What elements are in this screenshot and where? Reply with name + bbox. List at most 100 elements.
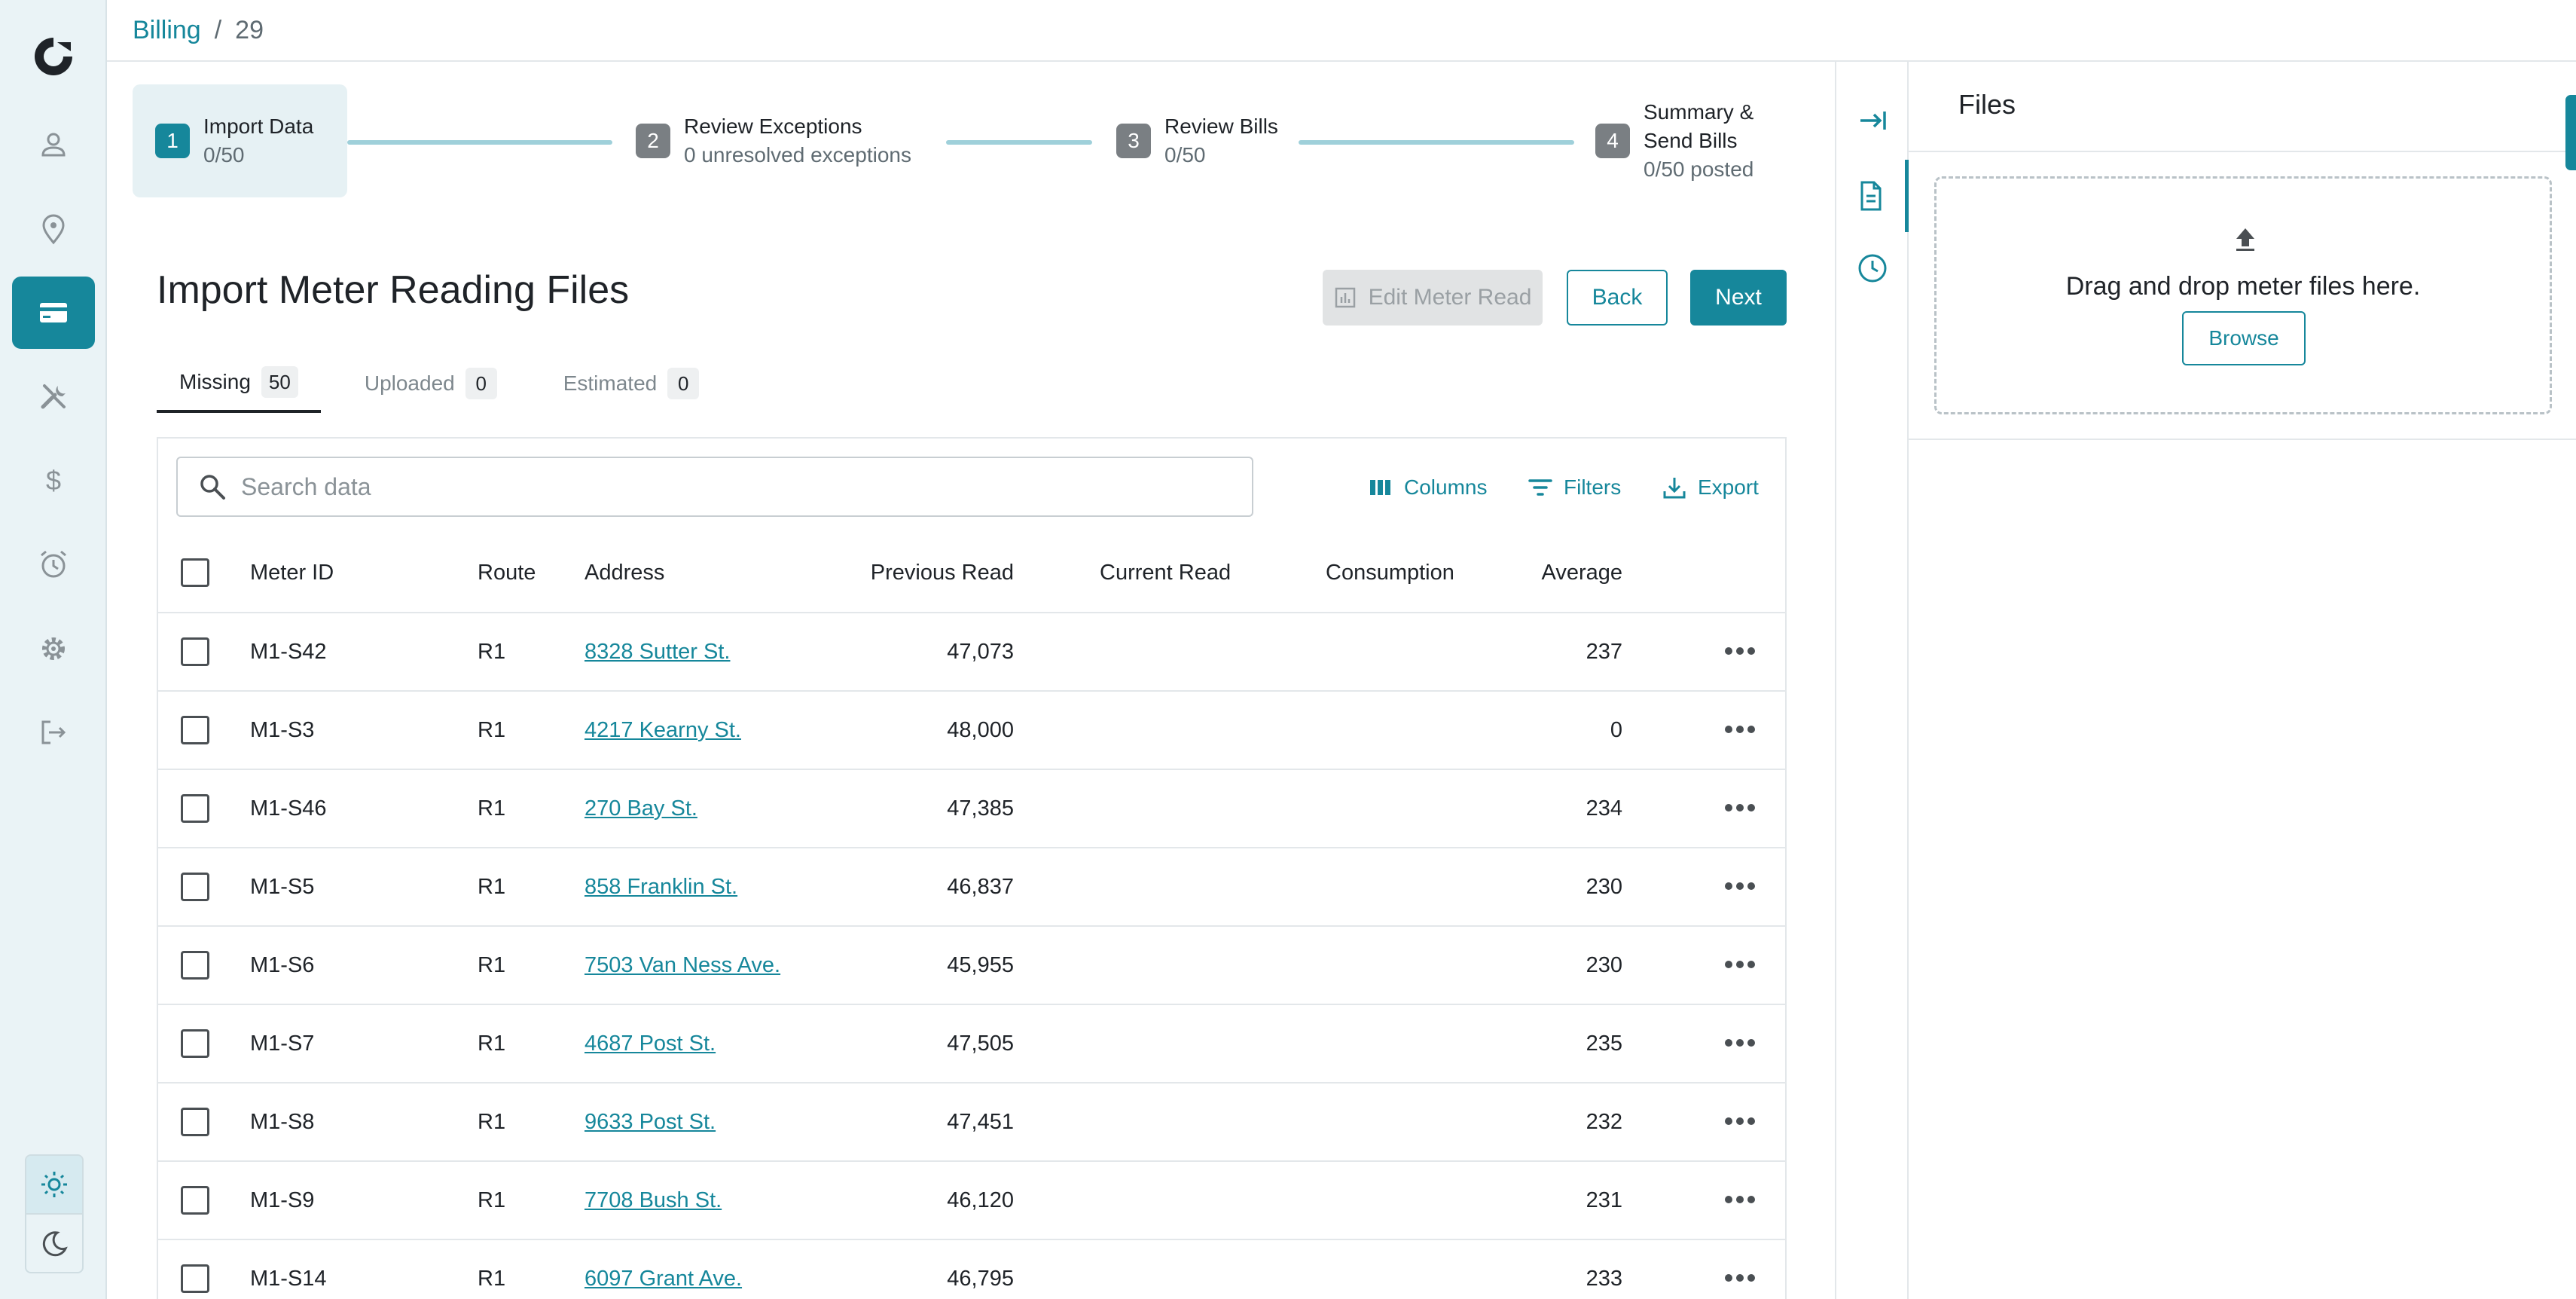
step-review-exceptions[interactable]: 2 Review Exceptions 0 unresolved excepti… — [636, 84, 911, 197]
step-number: 4 — [1595, 124, 1630, 158]
nav-item-settings[interactable] — [12, 613, 95, 685]
previous-read-cell: 47,505 — [947, 1031, 1014, 1056]
light-theme-button[interactable] — [26, 1156, 82, 1215]
row-checkbox[interactable] — [181, 951, 209, 980]
route-cell: R1 — [478, 717, 506, 742]
nav-item-payments[interactable]: $ — [12, 445, 95, 517]
step-subtitle: 0/50 — [203, 143, 245, 167]
row-checkbox[interactable] — [181, 1186, 209, 1215]
more-options-icon[interactable] — [1725, 1196, 1755, 1205]
scrollbar-thumb[interactable] — [2565, 95, 2576, 170]
more-options-icon[interactable] — [1725, 726, 1755, 735]
nav-item-logout[interactable] — [12, 696, 95, 769]
table-row[interactable]: M1-S8 R1 9633 Post St. 47,451 232 — [158, 1084, 1785, 1162]
address-link[interactable]: 4687 Post St. — [584, 1032, 716, 1056]
column-header-current-read[interactable]: Current Read — [1100, 533, 1231, 612]
download-icon — [1663, 478, 1686, 499]
more-options-icon[interactable] — [1725, 647, 1755, 656]
step-connector — [946, 140, 1092, 145]
tab-uploaded[interactable]: Uploaded 0 — [342, 354, 520, 413]
more-options-icon[interactable] — [1725, 804, 1755, 813]
previous-read-cell: 46,120 — [947, 1187, 1014, 1212]
meter-id-cell: M1-S6 — [250, 952, 315, 977]
address-link[interactable]: 7708 Bush St. — [584, 1188, 722, 1213]
files-panel-title: Files — [1958, 89, 2016, 120]
more-options-icon[interactable] — [1725, 882, 1755, 891]
step-review-bills[interactable]: 3 Review Bills 0/50 — [1116, 84, 1278, 197]
export-button[interactable]: Export — [1662, 469, 1759, 506]
more-options-icon[interactable] — [1725, 1117, 1755, 1126]
collapse-panel-button[interactable] — [1836, 84, 1909, 157]
step-summary-send[interactable]: 4 Summary & Send Bills 0/50 posted — [1595, 84, 1753, 197]
more-options-icon[interactable] — [1725, 1274, 1755, 1283]
filters-label: Filters — [1564, 475, 1622, 499]
address-link[interactable]: 6097 Grant Ave. — [584, 1267, 742, 1291]
breadcrumb-current: 29 — [235, 15, 264, 44]
step-import-data[interactable]: 1 Import Data 0/50 — [133, 84, 347, 197]
next-button[interactable]: Next — [1690, 270, 1787, 326]
previous-read-cell: 46,837 — [947, 874, 1014, 899]
previous-read-cell: 47,451 — [947, 1109, 1014, 1134]
clock-icon — [1858, 254, 1887, 283]
address-link[interactable]: 9633 Post St. — [584, 1110, 716, 1135]
nav-item-users[interactable] — [12, 109, 95, 181]
table-row[interactable]: M1-S46 R1 270 Bay St. 47,385 234 — [158, 770, 1785, 848]
row-checkbox[interactable] — [181, 716, 209, 744]
search-box — [176, 457, 1253, 517]
address-link[interactable]: 8328 Sutter St. — [584, 640, 730, 665]
files-panel-button[interactable] — [1836, 160, 1909, 232]
nav-item-reminders[interactable] — [12, 528, 95, 601]
column-header-previous-read[interactable]: Previous Read — [836, 533, 1014, 612]
table-row[interactable]: M1-S3 R1 4217 Kearny St. 48,000 0 — [158, 692, 1785, 770]
columns-icon — [1370, 480, 1390, 495]
nav-item-tools[interactable] — [12, 360, 95, 432]
more-options-icon[interactable] — [1725, 1039, 1755, 1048]
row-checkbox[interactable] — [181, 1108, 209, 1136]
previous-read-cell: 45,955 — [947, 952, 1014, 977]
column-header-meter-id[interactable]: Meter ID — [250, 533, 334, 612]
history-panel-button[interactable] — [1836, 232, 1909, 304]
tab-estimated[interactable]: Estimated 0 — [541, 354, 722, 413]
address-link[interactable]: 270 Bay St. — [584, 796, 697, 821]
search-input[interactable] — [241, 472, 1220, 501]
nav-item-locations[interactable] — [12, 193, 95, 265]
column-header-consumption[interactable]: Consumption — [1326, 533, 1454, 612]
filters-button[interactable]: Filters — [1528, 469, 1621, 506]
dropzone-text: Drag and drop meter files here. — [2065, 272, 2421, 301]
table-row[interactable]: M1-S14 R1 6097 Grant Ave. 46,795 233 — [158, 1240, 1785, 1299]
previous-read-cell: 47,073 — [947, 639, 1014, 664]
files-panel: Files Drag and drop meter files here. Br… — [1909, 62, 2576, 1299]
table-row[interactable]: M1-S9 R1 7708 Bush St. 46,120 231 — [158, 1162, 1785, 1240]
dark-theme-button[interactable] — [26, 1215, 82, 1272]
column-header-average[interactable]: Average — [1531, 533, 1623, 612]
row-checkbox[interactable] — [181, 873, 209, 901]
select-all-checkbox[interactable] — [181, 558, 209, 587]
row-checkbox[interactable] — [181, 637, 209, 666]
columns-button[interactable]: Columns — [1368, 469, 1487, 506]
table-row[interactable]: M1-S7 R1 4687 Post St. 47,505 235 — [158, 1005, 1785, 1084]
logo-icon — [35, 38, 72, 75]
column-header-address[interactable]: Address — [584, 533, 664, 612]
address-link[interactable]: 858 Franklin St. — [584, 875, 737, 900]
meter-id-cell: M1-S42 — [250, 639, 327, 664]
step-number: 2 — [636, 124, 670, 158]
breadcrumb-billing-link[interactable]: Billing — [133, 16, 201, 45]
nav-item-billing[interactable] — [12, 277, 95, 349]
back-button[interactable]: Back — [1567, 270, 1668, 326]
tab-label: Missing — [179, 370, 251, 393]
address-link[interactable]: 4217 Kearny St. — [584, 718, 741, 743]
more-options-icon[interactable] — [1725, 961, 1755, 970]
row-checkbox[interactable] — [181, 794, 209, 823]
row-checkbox[interactable] — [181, 1264, 209, 1293]
table-row[interactable]: M1-S6 R1 7503 Van Ness Ave. 45,955 230 — [158, 927, 1785, 1005]
file-dropzone[interactable]: Drag and drop meter files here. Browse — [1934, 176, 2552, 414]
browse-button[interactable]: Browse — [2182, 311, 2306, 365]
edit-meter-read-label: Edit Meter Read — [1368, 285, 1532, 310]
table-row[interactable]: M1-S5 R1 858 Franklin St. 46,837 230 — [158, 848, 1785, 927]
table-row[interactable]: M1-S42 R1 8328 Sutter St. 47,073 237 — [158, 613, 1785, 692]
address-link[interactable]: 7503 Van Ness Ave. — [584, 953, 780, 978]
tab-missing[interactable]: Missing 50 — [157, 354, 321, 413]
tab-label: Estimated — [563, 371, 658, 395]
column-header-route[interactable]: Route — [478, 533, 536, 612]
row-checkbox[interactable] — [181, 1029, 209, 1058]
